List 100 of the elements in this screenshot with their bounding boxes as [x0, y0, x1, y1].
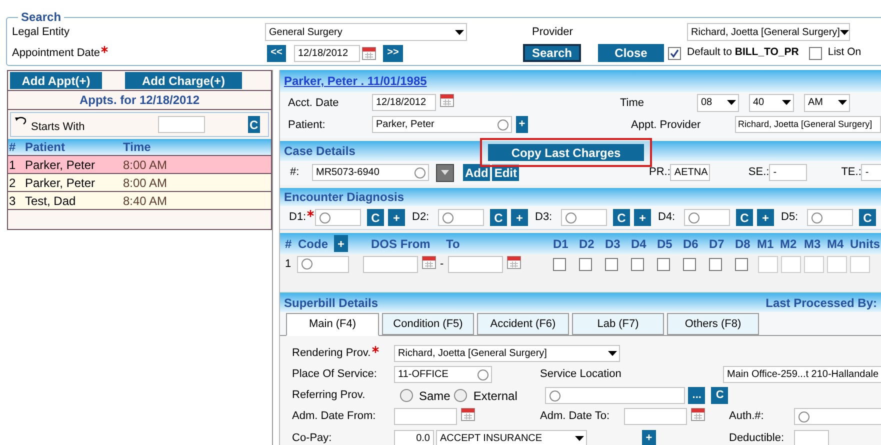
tab[interactable]: Condition (F5): [382, 313, 474, 335]
add-button[interactable]: +: [511, 209, 528, 226]
date-field[interactable]: 12/18/2012: [372, 94, 436, 112]
location-field[interactable]: Main Office-259...t 210-Hallandale: [723, 366, 881, 383]
table-row[interactable]: 3 Test, Dad 8:40 AM: [8, 192, 271, 210]
select-field[interactable]: ACCEPT INSURANCE: [436, 430, 587, 445]
checkbox[interactable]: [682, 258, 696, 271]
browse-button[interactable]: ...: [688, 387, 706, 404]
clear-button[interactable]: C: [490, 209, 507, 226]
close-button[interactable]: Close: [598, 44, 664, 62]
field-label: Service Location: [540, 367, 622, 382]
referring-field[interactable]: [545, 387, 686, 404]
tab[interactable]: Main (F4): [286, 313, 379, 336]
calendar-icon[interactable]: [506, 255, 521, 270]
checkbox[interactable]: [604, 258, 618, 271]
radio-button[interactable]: [454, 389, 468, 402]
circle-icon: [565, 212, 577, 224]
add-appointment-button[interactable]: Add Appt(+): [10, 72, 102, 89]
place-field[interactable]: 11-OFFICE: [394, 366, 492, 383]
tab[interactable]: Lab (F7): [572, 313, 664, 335]
checkbox[interactable]: [630, 258, 644, 271]
date-field[interactable]: 12/18/2012: [294, 44, 360, 62]
checkbox[interactable]: [668, 46, 681, 60]
radio-button[interactable]: [400, 389, 413, 402]
next-button[interactable]: >>: [383, 44, 403, 62]
checkbox[interactable]: [578, 258, 592, 271]
add-button[interactable]: +: [388, 209, 405, 226]
add-button[interactable]: +: [757, 209, 774, 226]
calendar-icon[interactable]: [691, 406, 705, 420]
select-field[interactable]: AM: [804, 94, 850, 112]
insurance-field[interactable]: AETNA: [670, 164, 710, 182]
clear-button[interactable]: C: [859, 209, 876, 226]
add-charge-button[interactable]: Add Charge(+): [125, 72, 242, 89]
table-row[interactable]: 2 Parker, Peter 8:00 AM: [8, 174, 271, 192]
select-field[interactable]: Richard, Joetta [General Surgery]: [687, 23, 850, 41]
date-field[interactable]: [394, 408, 457, 425]
amount-field[interactable]: 0.0: [394, 430, 434, 445]
tab[interactable]: Others (F8): [667, 313, 759, 335]
checkbox[interactable]: [708, 258, 722, 271]
modifier-field[interactable]: [780, 256, 801, 273]
patient-link[interactable]: Parker, Peter . 11/01/1985: [284, 72, 427, 90]
date-field[interactable]: [624, 408, 687, 425]
diagnosis-field[interactable]: [561, 209, 607, 226]
table-cell-text: Test, Dad: [24, 192, 77, 210]
calendar-icon[interactable]: [461, 406, 475, 420]
filter-field[interactable]: [158, 116, 205, 133]
code-field[interactable]: [297, 256, 349, 273]
insurance-field[interactable]: -: [861, 164, 881, 182]
tab[interactable]: Accident (F6): [477, 313, 569, 335]
patient-field[interactable]: Parker, Peter: [372, 116, 512, 134]
checkbox[interactable]: [656, 258, 670, 271]
table-cell-text: 8:00 AM: [122, 156, 168, 174]
diagnosis-field[interactable]: [684, 209, 730, 226]
add-button[interactable]: +: [334, 235, 348, 252]
diagnosis-field[interactable]: [438, 209, 484, 226]
date-field[interactable]: [363, 256, 418, 273]
select-field[interactable]: 40: [749, 94, 794, 112]
modifier-field[interactable]: [758, 256, 778, 273]
caret-icon: [840, 30, 849, 34]
calendar-icon[interactable]: [362, 46, 376, 60]
checkbox[interactable]: [734, 258, 748, 271]
checkbox[interactable]: [552, 258, 566, 271]
clear-button[interactable]: C: [613, 209, 630, 226]
insurance-field[interactable]: -: [769, 164, 808, 182]
clear-button[interactable]: C: [367, 209, 384, 226]
add-button[interactable]: +: [642, 430, 656, 445]
deductible-field[interactable]: [794, 430, 829, 445]
caret-icon: [455, 30, 464, 34]
calendar-icon[interactable]: [422, 255, 436, 270]
calendar-icon[interactable]: [440, 92, 454, 107]
checkbox[interactable]: [808, 46, 822, 60]
circle-icon: [688, 212, 700, 224]
field-label: Starts With: [31, 120, 85, 136]
edit-button[interactable]: Edit: [492, 164, 519, 182]
previous-button[interactable]: <<: [267, 44, 286, 62]
section-header: Encounter Diagnosis: [280, 188, 881, 206]
add-button[interactable]: Add: [463, 164, 490, 182]
modifier-field[interactable]: [804, 256, 824, 273]
search-button[interactable]: Search: [523, 44, 581, 62]
add-button[interactable]: +: [634, 209, 651, 226]
table-row[interactable]: 1 Parker, Peter 8:00 AM: [8, 156, 271, 174]
diagnosis-field[interactable]: [315, 209, 361, 226]
clear-button[interactable]: C: [248, 116, 260, 133]
auth-field[interactable]: [794, 408, 881, 425]
circle-icon: [811, 212, 823, 224]
provider-field[interactable]: Richard, Joetta [General Surgery]: [735, 116, 881, 134]
case-field[interactable]: MR5073-6940: [312, 164, 429, 182]
select-field[interactable]: General Surgery: [265, 23, 467, 41]
field-label: Legal Entity: [12, 24, 70, 40]
date-field[interactable]: [448, 256, 503, 273]
add-button[interactable]: +: [516, 116, 528, 134]
select-field[interactable]: 08: [697, 94, 739, 112]
clear-button[interactable]: C: [711, 387, 728, 404]
select-field[interactable]: Richard, Joetta [General Surgery]: [394, 345, 620, 362]
copy-last-charges-button[interactable]: Copy Last Charges: [488, 144, 644, 161]
dropdown-button[interactable]: [436, 164, 454, 182]
modifier-field[interactable]: [826, 256, 847, 273]
diagnosis-field[interactable]: [807, 209, 853, 226]
clear-button[interactable]: C: [736, 209, 753, 226]
modifier-field[interactable]: [850, 256, 870, 273]
